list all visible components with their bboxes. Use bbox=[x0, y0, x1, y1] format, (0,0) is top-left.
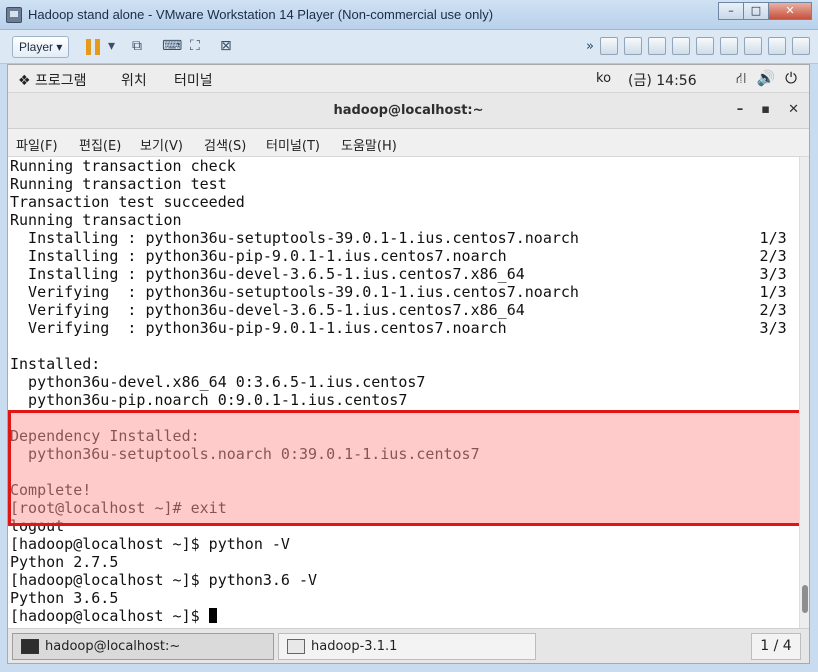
fullscreen-icon[interactable]: ⛶ bbox=[190, 38, 200, 54]
vmware-toolbar: Player ▾ ▾ ⧉ ⌨ ⛶ ⊠ » bbox=[0, 30, 818, 64]
terminal-line: Python 3.6.5 bbox=[10, 589, 119, 607]
terminal-line: Running transaction bbox=[10, 211, 182, 229]
applications-label: 프로그램 bbox=[35, 73, 87, 89]
scrollbar-thumb[interactable] bbox=[802, 585, 808, 613]
terminal-line: Transaction test succeeded bbox=[10, 193, 245, 211]
menu-search[interactable]: 검색(S) bbox=[204, 135, 246, 154]
taskbar-item-folder[interactable]: hadoop-3.1.1 bbox=[278, 633, 536, 660]
terminal-line: logout bbox=[10, 517, 65, 535]
gnome-top-panel: ❖ 프로그램 위치 터미널 ko (금) 14:56 ⛙ 🔊 ⏻ bbox=[8, 65, 809, 93]
status-icons: ⛙ 🔊 ⏻ bbox=[736, 69, 797, 89]
terminal-line: Installed: bbox=[10, 355, 101, 373]
unity-icon[interactable]: ⊠ bbox=[220, 38, 232, 54]
terminal-line: Verifying : python36u-devel-3.6.5-1.ius.… bbox=[10, 301, 787, 319]
applications-menu[interactable]: ❖ 프로그램 bbox=[18, 70, 87, 90]
taskbar-item-terminal[interactable]: hadoop@localhost:~ bbox=[12, 633, 274, 660]
volume-icon[interactable]: 🔊 bbox=[756, 69, 775, 89]
terminal-window-title: hadoop@localhost:~ bbox=[333, 103, 484, 118]
file-manager-icon bbox=[287, 639, 305, 654]
text-cursor bbox=[208, 608, 217, 623]
network-icon[interactable]: ⧉ bbox=[132, 38, 142, 54]
terminal-scrollbar[interactable] bbox=[799, 157, 809, 628]
send-keys-icon[interactable]: ⌨ bbox=[162, 38, 182, 54]
maximize-button[interactable]: □ bbox=[743, 2, 769, 20]
vmware-window-title: Hadoop stand alone - VMware Workstation … bbox=[28, 7, 494, 22]
terminal-line: [hadoop@localhost ~]$ python -V bbox=[10, 535, 290, 553]
terminal-close-button[interactable]: ✕ bbox=[788, 102, 799, 117]
terminal-line: python36u-setuptools.noarch 0:39.0.1-1.i… bbox=[10, 445, 480, 463]
terminal-line: Verifying : python36u-setuptools-39.0.1-… bbox=[10, 283, 787, 301]
terminal-prompt-line[interactable]: [hadoop@localhost ~]$ bbox=[8, 607, 799, 625]
messages-icon[interactable] bbox=[792, 37, 810, 55]
display-icon[interactable] bbox=[744, 37, 762, 55]
power-icon[interactable]: ⏻ bbox=[785, 69, 797, 89]
terminal-line: Installing : python36u-devel-3.6.5-1.ius… bbox=[10, 265, 787, 283]
terminal-line: Installing : python36u-pip-9.0.1-1.ius.c… bbox=[10, 247, 787, 265]
display-2-icon[interactable] bbox=[768, 37, 786, 55]
hdd-icon[interactable] bbox=[600, 37, 618, 55]
places-menu[interactable]: 위치 bbox=[121, 70, 147, 90]
gnome-foot-icon: ❖ bbox=[18, 73, 31, 89]
player-menu-button[interactable]: Player ▾ bbox=[12, 36, 70, 58]
gnome-window-list: hadoop@localhost:~ hadoop-3.1.1 1 / 4 bbox=[8, 628, 809, 663]
workspace-pager[interactable]: 1 / 4 bbox=[751, 633, 801, 660]
cdrom-icon[interactable] bbox=[624, 37, 642, 55]
chevron-down-icon[interactable]: ▾ bbox=[108, 38, 115, 54]
more-devices-icon[interactable]: » bbox=[586, 39, 594, 54]
terminal-line: Installing : python36u-setuptools-39.0.1… bbox=[10, 229, 787, 247]
terminal-icon bbox=[21, 639, 39, 654]
taskbar-item-label: hadoop@localhost:~ bbox=[45, 639, 181, 654]
keyboard-layout-indicator[interactable]: ko bbox=[596, 71, 611, 86]
terminal-app-menu[interactable]: 터미널 bbox=[174, 70, 213, 90]
terminal-line: Running transaction test bbox=[10, 175, 227, 193]
terminal-line: [hadoop@localhost ~]$ python3.6 -V bbox=[10, 571, 318, 589]
terminal-line: python36u-pip.noarch 0:9.0.1-1.ius.cento… bbox=[10, 391, 408, 409]
usb-icon[interactable] bbox=[720, 37, 738, 55]
menu-view[interactable]: 보기(V) bbox=[140, 135, 183, 154]
terminal-window-controls: – ▪ ✕ bbox=[737, 102, 799, 117]
terminal-menubar: 파일(F) 편집(E) 보기(V) 검색(S) 터미널(T) 도움말(H) bbox=[8, 129, 809, 157]
menu-file[interactable]: 파일(F) bbox=[16, 135, 58, 154]
terminal-line: Python 2.7.5 bbox=[10, 553, 119, 571]
device-icons: » bbox=[586, 37, 810, 55]
terminal-line: [root@localhost ~]# exit bbox=[10, 499, 227, 517]
printer-icon[interactable] bbox=[672, 37, 690, 55]
shell-prompt: [hadoop@localhost ~]$ bbox=[10, 607, 209, 625]
guest-desktop: ❖ 프로그램 위치 터미널 ko (금) 14:56 ⛙ 🔊 ⏻ hadoop@… bbox=[7, 64, 810, 664]
terminal-line: Verifying : python36u-pip-9.0.1-1.ius.ce… bbox=[10, 319, 787, 337]
network-status-icon[interactable]: ⛙ bbox=[736, 69, 747, 89]
menu-edit[interactable]: 편집(E) bbox=[79, 135, 121, 154]
terminal-line: Dependency Installed: bbox=[10, 427, 200, 445]
minimize-button[interactable]: – bbox=[718, 2, 744, 20]
vmware-app-icon bbox=[6, 7, 22, 23]
terminal-output[interactable]: Running transaction check Running transa… bbox=[8, 157, 799, 628]
pause-icon[interactable] bbox=[86, 39, 102, 55]
clock[interactable]: (금) 14:56 bbox=[628, 70, 697, 90]
window-controls: – □ ✕ bbox=[718, 2, 812, 20]
close-button[interactable]: ✕ bbox=[768, 2, 812, 20]
terminal-maximize-button[interactable]: ▪ bbox=[761, 102, 770, 117]
vmware-titlebar: Hadoop stand alone - VMware Workstation … bbox=[0, 0, 818, 30]
menu-help[interactable]: 도움말(H) bbox=[341, 135, 397, 154]
menu-terminal[interactable]: 터미널(T) bbox=[266, 135, 320, 154]
sound-icon[interactable] bbox=[696, 37, 714, 55]
network-adapter-icon[interactable] bbox=[648, 37, 666, 55]
terminal-line: Running transaction check bbox=[10, 157, 236, 175]
terminal-minimize-button[interactable]: – bbox=[737, 102, 744, 117]
taskbar-item-label: hadoop-3.1.1 bbox=[311, 639, 398, 654]
terminal-line: Complete! bbox=[10, 481, 92, 499]
terminal-line: python36u-devel.x86_64 0:3.6.5-1.ius.cen… bbox=[10, 373, 426, 391]
terminal-titlebar: hadoop@localhost:~ – ▪ ✕ bbox=[8, 93, 809, 129]
